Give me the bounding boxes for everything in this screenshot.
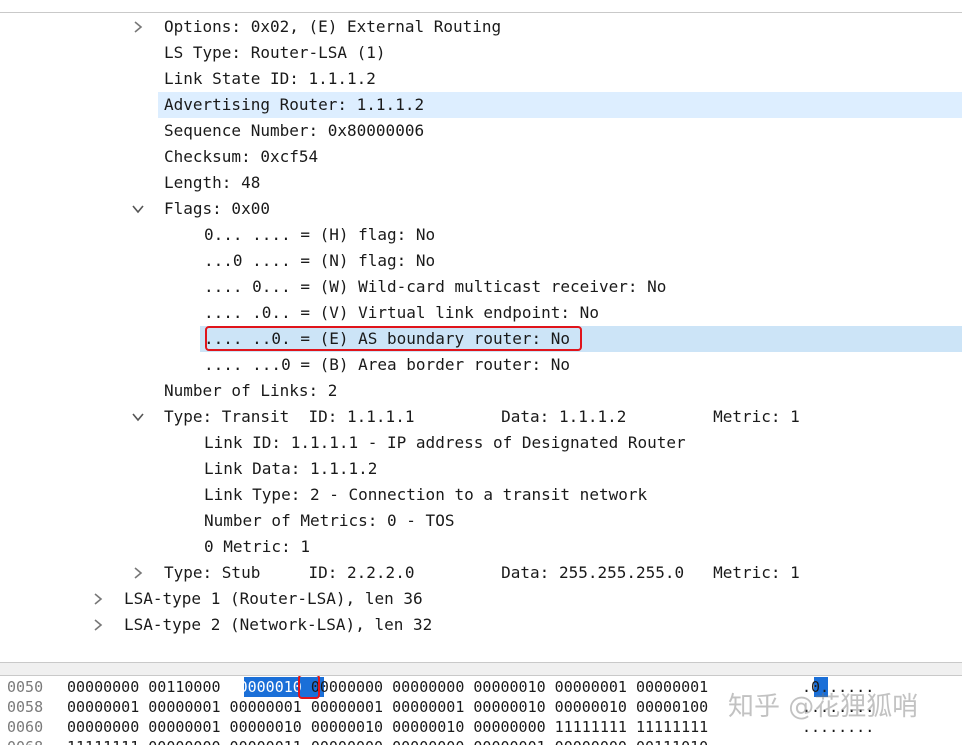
tree-row[interactable]: .... 0... = (W) Wild-card multicast rece… [0, 274, 962, 300]
tree-row-label: Flags: 0x00 [164, 199, 270, 218]
tree-row[interactable]: Checksum: 0xcf54 [0, 144, 962, 170]
tree-row-label: Link Data: 1.1.1.2 [204, 459, 378, 478]
tree-row[interactable]: Link Data: 1.1.1.2 [0, 456, 962, 482]
tree-row[interactable]: Advertising Router: 1.1.1.2 [0, 92, 962, 118]
tree-row-label: Number of Links: 2 [164, 381, 338, 400]
hex-offset: 0060 [7, 718, 44, 736]
tree-row[interactable]: LSA-type 1 (Router-LSA), len 36 [0, 586, 962, 612]
hex-bytes-selected: 00000010 [229, 678, 302, 696]
tree-row[interactable]: 0... .... = (H) flag: No [0, 222, 962, 248]
tree-row-label: LS Type: Router-LSA (1) [164, 43, 386, 62]
annotation-box-as-boundary [205, 326, 582, 351]
tree-row[interactable]: Options: 0x02, (E) External Routing [0, 14, 962, 40]
annotation-box-bit [298, 676, 320, 699]
tree-row-label: Type: Transit ID: 1.1.1.1 Data: 1.1.1.2 … [164, 407, 800, 426]
tree-row-label: .... ...0 = (B) Area border router: No [204, 355, 571, 374]
tree-row[interactable]: Link ID: 1.1.1.1 - IP address of Designa… [0, 430, 962, 456]
tree-row-label: Type: Stub ID: 2.2.2.0 Data: 255.255.255… [164, 563, 800, 582]
tree-row-label: .... .0.. = (V) Virtual link endpoint: N… [204, 303, 599, 322]
hex-ascii: ........ [802, 737, 874, 745]
tree-row-label: 0 Metric: 1 [204, 537, 310, 556]
tree-row[interactable]: Link State ID: 1.1.1.2 [0, 66, 962, 92]
pane-top-border [0, 12, 962, 13]
tree-row[interactable]: LS Type: Router-LSA (1) [0, 40, 962, 66]
tree-row[interactable]: ...0 .... = (N) flag: No [0, 248, 962, 274]
tree-row[interactable]: Flags: 0x00 [0, 196, 962, 222]
hex-bytes-pre: 00000000 00110000 [67, 678, 230, 696]
tree-row[interactable]: Number of Links: 2 [0, 378, 962, 404]
tree-row[interactable]: .... .0.. = (V) Virtual link endpoint: N… [0, 300, 962, 326]
tree-row-label: .... 0... = (W) Wild-card multicast rece… [204, 277, 667, 296]
hex-offset: 0058 [7, 698, 44, 716]
tree-row[interactable]: Number of Metrics: 0 - TOS [0, 508, 962, 534]
tree-row[interactable]: Type: Transit ID: 1.1.1.1 Data: 1.1.1.2 … [0, 404, 962, 430]
tree-row-label: Checksum: 0xcf54 [164, 147, 319, 166]
tree-row-label: Length: 48 [164, 173, 261, 192]
tree-row-label: Number of Metrics: 0 - TOS [204, 511, 455, 530]
tree-row[interactable]: Length: 48 [0, 170, 962, 196]
tree-row-label: Link Type: 2 - Connection to a transit n… [204, 485, 648, 504]
chevron-right-icon[interactable] [91, 586, 105, 612]
tree-row-label: Advertising Router: 1.1.1.2 [164, 95, 425, 114]
tree-row-label: LSA-type 1 (Router-LSA), len 36 [124, 589, 423, 608]
hex-row[interactable]: 0068 11111111 00000000 00000011 00000000 … [0, 737, 962, 745]
tree-row[interactable]: Link Type: 2 - Connection to a transit n… [0, 482, 962, 508]
hex-bytes: 11111111 00000000 00000011 00000000 0000… [67, 737, 708, 745]
tree-row-label: Link ID: 1.1.1.1 - IP address of Designa… [204, 433, 686, 452]
tree-row[interactable]: .... ...0 = (B) Area border router: No [0, 352, 962, 378]
hex-bytes: 00000000 00110000 00000010 00000000 0000… [67, 677, 708, 697]
chevron-right-icon[interactable] [91, 612, 105, 638]
hex-bytes: 00000001 00000001 00000001 00000001 0000… [67, 698, 709, 716]
tree-row[interactable]: 0 Metric: 1 [0, 534, 962, 560]
tree-row[interactable]: Sequence Number: 0x80000006 [0, 118, 962, 144]
hex-bytes-post: 00000000 00000000 00000010 00000001 0000… [301, 678, 709, 696]
tree-row-label: ...0 .... = (N) flag: No [204, 251, 436, 270]
chevron-right-icon[interactable] [131, 560, 145, 586]
hex-offset: 0068 [7, 737, 43, 745]
chevron-down-icon[interactable] [131, 404, 145, 430]
chevron-right-icon[interactable] [131, 14, 145, 40]
packet-details-pane: Options: 0x02, (E) External Routing LS Ty… [0, 0, 962, 662]
tree-row[interactable]: LSA-type 2 (Network-LSA), len 32 [0, 612, 962, 638]
tree-row[interactable]: Type: Stub ID: 2.2.2.0 Data: 255.255.255… [0, 560, 962, 586]
hex-offset: 0050 [7, 678, 44, 696]
tree-row-label: Options: 0x02, (E) External Routing [164, 17, 502, 36]
hex-bytes: 00000000 00000001 00000010 00000010 0000… [67, 718, 709, 736]
tree-row-label: LSA-type 2 (Network-LSA), len 32 [124, 615, 433, 634]
pane-splitter[interactable] [0, 662, 962, 676]
chevron-down-icon[interactable] [131, 196, 145, 222]
tree-row-label: 0... .... = (H) flag: No [204, 225, 436, 244]
tree-row-label: Link State ID: 1.1.1.2 [164, 69, 376, 88]
tree-row-label: Sequence Number: 0x80000006 [164, 121, 425, 140]
watermark: 知乎 @花狸狐哨 [728, 692, 919, 722]
